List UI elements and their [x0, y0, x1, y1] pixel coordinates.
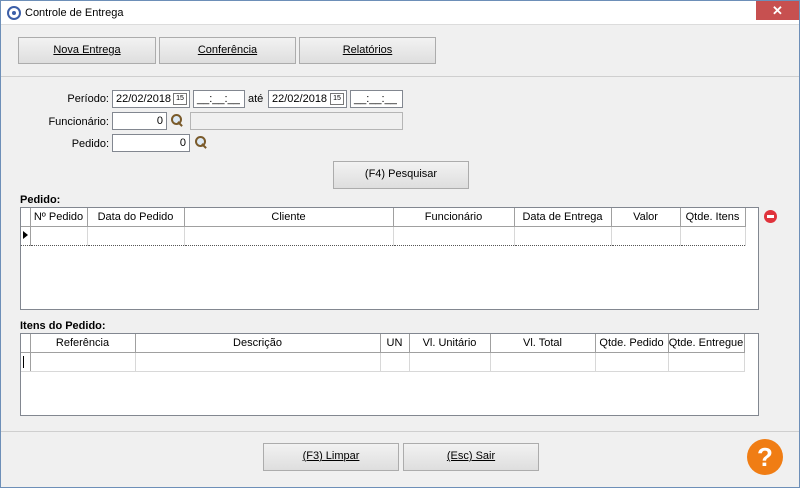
row-indicator-header — [21, 208, 31, 227]
itens-grid[interactable]: Referência Descrição UN Vl. Unitário Vl.… — [20, 333, 759, 416]
relatorios-button[interactable]: Relatórios — [299, 37, 436, 64]
sair-button[interactable]: (Esc) Sair — [403, 443, 539, 471]
periodo-inicio-time[interactable]: __:__:__ — [193, 90, 245, 108]
pedidos-grid[interactable]: Nº Pedido Data do Pedido Cliente Funcion… — [20, 207, 759, 310]
periodo-fim-date[interactable]: 22/02/2018 15 — [268, 90, 347, 108]
itens-table: Referência Descrição UN Vl. Unitário Vl.… — [21, 334, 745, 372]
periodo-fim-value: 22/02/2018 — [272, 93, 328, 105]
column-header[interactable]: Descrição — [135, 334, 381, 353]
pedidos-header-row: Nº Pedido Data do Pedido Cliente Funcion… — [21, 208, 746, 227]
title-bar: Controle de Entrega ✕ — [1, 1, 799, 25]
pedidos-table: Nº Pedido Data do Pedido Cliente Funcion… — [21, 208, 746, 246]
itens-section-label: Itens do Pedido: — [20, 320, 106, 332]
pedido-codigo-input[interactable]: 0 — [112, 134, 190, 152]
table-cell[interactable] — [668, 352, 745, 372]
periodo-label: Período: — [67, 93, 109, 105]
table-cell[interactable] — [135, 352, 381, 372]
table-row[interactable] — [21, 225, 746, 246]
column-header[interactable]: UN — [380, 334, 410, 353]
table-cell[interactable] — [595, 352, 669, 372]
column-header[interactable]: Qtde. Pedido — [595, 334, 669, 353]
column-header[interactable]: Funcionário — [393, 208, 515, 227]
column-header[interactable]: Qtde. Entregue — [668, 334, 745, 353]
column-header[interactable]: Nº Pedido — [30, 208, 88, 227]
column-header[interactable]: Qtde. Itens — [680, 208, 746, 227]
row-indicator-header — [21, 334, 31, 353]
column-header[interactable]: Vl. Unitário — [409, 334, 491, 353]
conferencia-button[interactable]: Conferência — [159, 37, 296, 64]
row-pointer-icon — [23, 230, 28, 239]
table-cell[interactable] — [30, 225, 88, 246]
nova-entrega-button[interactable]: Nova Entrega — [18, 37, 156, 64]
table-cell[interactable] — [30, 352, 136, 372]
controle-entrega-window: Controle de Entrega ✕ Nova Entrega Confe… — [0, 0, 800, 488]
funcionario-search-icon[interactable] — [170, 113, 184, 127]
funcionario-nome-field — [190, 112, 403, 130]
periodo-inicio-value: 22/02/2018 — [116, 93, 172, 105]
column-header[interactable]: Cliente — [184, 208, 394, 227]
pedido-section-label: Pedido: — [20, 194, 61, 206]
table-row[interactable] — [21, 352, 745, 372]
ate-label: até — [248, 93, 264, 105]
calendar-icon[interactable]: 15 — [173, 93, 187, 105]
row-pointer — [21, 225, 31, 246]
pedido-search-icon[interactable] — [194, 135, 208, 149]
periodo-inicio-date[interactable]: 22/02/2018 15 — [112, 90, 190, 108]
pesquisar-button[interactable]: (F4) Pesquisar — [333, 161, 469, 189]
window-title: Controle de Entrega — [25, 7, 124, 19]
table-cell[interactable] — [490, 352, 596, 372]
column-header[interactable]: Data de Entrega — [514, 208, 612, 227]
table-cell[interactable] — [380, 352, 410, 372]
periodo-fim-time[interactable]: __:__:__ — [350, 90, 403, 108]
column-header[interactable]: Vl. Total — [490, 334, 596, 353]
help-icon[interactable]: ? — [747, 439, 783, 475]
table-cell[interactable] — [409, 352, 491, 372]
row-pointer — [21, 352, 31, 372]
limpar-button[interactable]: (F3) Limpar — [263, 443, 399, 471]
close-button[interactable]: ✕ — [756, 1, 799, 20]
table-cell[interactable] — [514, 225, 612, 246]
pedido-label: Pedido: — [71, 138, 109, 150]
table-cell[interactable] — [184, 225, 394, 246]
remove-row-icon[interactable] — [764, 210, 777, 223]
app-icon — [7, 6, 21, 20]
calendar-icon[interactable]: 15 — [330, 93, 344, 105]
funcionario-codigo-input[interactable]: 0 — [112, 112, 167, 130]
itens-header-row: Referência Descrição UN Vl. Unitário Vl.… — [21, 334, 745, 353]
pesquisar-label: (F4) Pesquisar — [364, 168, 438, 180]
table-cell[interactable] — [611, 225, 681, 246]
footer-divider — [1, 431, 799, 432]
column-header[interactable]: Referência — [30, 334, 136, 353]
row-caret-icon — [23, 355, 24, 368]
table-cell[interactable] — [680, 225, 746, 246]
table-cell[interactable] — [87, 225, 185, 246]
column-header[interactable]: Data do Pedido — [87, 208, 185, 227]
toolbar-divider — [1, 76, 799, 77]
column-header[interactable]: Valor — [611, 208, 681, 227]
table-cell[interactable] — [393, 225, 515, 246]
funcionario-label: Funcionário: — [48, 116, 109, 128]
